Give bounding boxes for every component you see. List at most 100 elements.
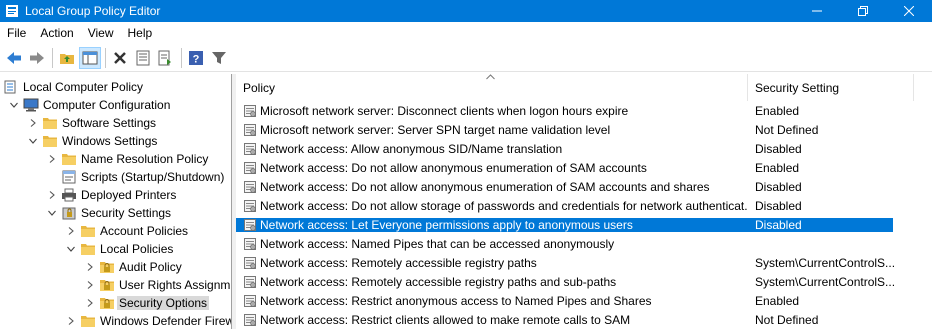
security-setting-value: Disabled	[748, 217, 893, 232]
policy-cell: Network access: Let Everyone permissions…	[236, 217, 748, 232]
policy-editor-icon	[6, 5, 18, 17]
policy-setting-icon	[243, 256, 257, 270]
delete-button[interactable]	[109, 47, 131, 69]
policy-cell: Microsoft network server: Disconnect cli…	[236, 104, 748, 118]
tree-item-deployed-printers[interactable]: Deployed Printers	[47, 186, 176, 204]
collapsed-chevron-icon[interactable]	[47, 186, 57, 204]
folder-icon	[61, 152, 77, 166]
menu-action[interactable]: Action	[33, 22, 80, 44]
policy-cell: Network access: Do not allow anonymous e…	[236, 161, 748, 175]
tree-item-user-rights-assignm[interactable]: User Rights Assignm	[85, 276, 230, 294]
back-button[interactable]	[3, 47, 25, 69]
properties-button[interactable]	[132, 47, 154, 69]
show-hide-tree-button[interactable]	[79, 46, 101, 69]
expanded-chevron-icon[interactable]	[66, 240, 76, 258]
tree-item-label: Deployed Printers	[81, 188, 177, 202]
collapsed-chevron-icon[interactable]	[28, 114, 38, 132]
tree-item-security-options[interactable]: Security Options	[85, 294, 210, 312]
security-setting-value: Enabled	[755, 160, 800, 175]
collapsed-chevron-icon[interactable]	[85, 276, 95, 294]
expanded-chevron-icon[interactable]	[28, 132, 38, 150]
policy-row[interactable]: Network access: Do not allow anonymous e…	[236, 158, 932, 177]
expanded-chevron-icon[interactable]	[47, 204, 57, 222]
collapsed-chevron-icon[interactable]	[66, 312, 76, 329]
security-setting-value: System\CurrentControlS...	[755, 274, 896, 289]
policy-row[interactable]: Microsoft network server: Server SPN tar…	[236, 120, 932, 139]
policy-list: Policy Security Setting Microsoft networ…	[236, 74, 932, 329]
help-icon: ?	[189, 50, 203, 65]
column-header-policy[interactable]: Policy	[236, 74, 748, 101]
tree-item-local-policies[interactable]: Local Policies	[66, 240, 173, 258]
policy-setting-icon	[243, 161, 257, 175]
expanded-chevron-icon[interactable]	[9, 96, 19, 114]
menu-file[interactable]: File	[0, 22, 33, 44]
tree-item-scripts-startup-shutdown[interactable]: Scripts (Startup/Shutdown)	[47, 168, 224, 186]
tree-item-windows-defender-firew[interactable]: Windows Defender Firew	[66, 312, 232, 329]
up-folder-button[interactable]	[56, 47, 78, 69]
column-header-policy-label: Policy	[243, 80, 276, 95]
policy-name: Network access: Do not allow storage of …	[260, 198, 748, 213]
close-icon	[904, 6, 914, 16]
policy-row[interactable]: Microsoft network server: Disconnect cli…	[236, 101, 932, 120]
tree-item-label: Local Computer Policy	[23, 80, 144, 94]
close-button[interactable]	[886, 0, 932, 22]
policy-row[interactable]: Network access: Named Pipes that can be …	[236, 234, 932, 253]
restore-button[interactable]	[840, 0, 886, 22]
policy-row[interactable]: Network access: Do not allow anonymous e…	[236, 177, 932, 196]
policy-row[interactable]: Network access: Remotely accessible regi…	[236, 272, 932, 291]
policy-cell: Network access: Restrict anonymous acces…	[236, 294, 748, 308]
back-icon	[7, 51, 21, 64]
policy-row[interactable]: Network access: Do not allow storage of …	[236, 196, 932, 215]
forward-icon	[30, 51, 44, 64]
tree-item-windows-settings[interactable]: Windows Settings	[28, 132, 157, 150]
script-icon	[61, 170, 77, 184]
policy-cell: Network access: Do not allow anonymous e…	[236, 180, 748, 194]
menu-view[interactable]: View	[81, 22, 121, 44]
tree-item-label: Software Settings	[62, 116, 157, 130]
policy-setting-icon	[243, 142, 257, 156]
export-list-icon	[158, 50, 171, 65]
tree-item-security-settings[interactable]: Security Settings	[47, 204, 171, 222]
forward-button[interactable]	[26, 47, 48, 69]
tree-item-local-computer-policy[interactable]: Local Computer Policy	[3, 78, 143, 96]
policy-cell: Network access: Restrict clients allowed…	[236, 313, 748, 327]
policy-name: Network access: Do not allow anonymous e…	[260, 160, 647, 175]
collapsed-chevron-icon[interactable]	[85, 258, 95, 276]
tree-item-name-resolution-policy[interactable]: Name Resolution Policy	[47, 150, 208, 168]
restore-icon	[858, 6, 868, 16]
folder-icon	[42, 134, 58, 148]
security-setting-value: Not Defined	[755, 122, 819, 137]
tree-item-account-policies[interactable]: Account Policies	[66, 222, 188, 240]
collapsed-chevron-icon[interactable]	[85, 294, 95, 312]
minimize-button[interactable]	[794, 0, 840, 22]
tree-item-software-settings[interactable]: Software Settings	[28, 114, 156, 132]
policy-row[interactable]: Network access: Restrict anonymous acces…	[236, 291, 932, 310]
locked-folder-icon	[99, 296, 115, 310]
tree-item-audit-policy[interactable]: Audit Policy	[85, 258, 182, 276]
column-header-security-setting[interactable]: Security Setting	[748, 74, 914, 101]
toolbar-separator	[52, 47, 53, 68]
policy-setting-icon	[243, 180, 257, 194]
tree-item-computer-configuration[interactable]: Computer Configuration	[9, 96, 170, 114]
policy-row[interactable]: Network access: Remotely accessible regi…	[236, 253, 932, 272]
collapsed-chevron-icon[interactable]	[47, 150, 57, 168]
up-folder-icon	[60, 53, 74, 64]
column-header-setting-label: Security Setting	[755, 80, 840, 95]
policy-setting-icon	[243, 123, 257, 137]
policy-name: Network access: Remotely accessible regi…	[260, 274, 617, 289]
collapsed-chevron-icon[interactable]	[66, 222, 76, 240]
policy-setting-icon	[243, 237, 257, 251]
policy-setting-icon	[243, 313, 257, 327]
filter-button[interactable]	[208, 47, 230, 69]
policy-row[interactable]: Network access: Let Everyone permissions…	[236, 215, 932, 234]
menu-help[interactable]: Help	[121, 22, 160, 44]
tree-item-label: Windows Defender Firew	[100, 314, 232, 328]
export-list-button[interactable]	[155, 47, 177, 69]
help-button[interactable]: ?	[185, 47, 207, 69]
list-header: Policy Security Setting	[236, 74, 932, 101]
tree-item-label: Name Resolution Policy	[81, 152, 209, 166]
policy-row[interactable]: Network access: Allow anonymous SID/Name…	[236, 139, 932, 158]
policy-row[interactable]: Network access: Restrict clients allowed…	[236, 310, 932, 329]
toolbar-separator	[105, 47, 106, 68]
policy-cell: Network access: Remotely accessible regi…	[236, 275, 748, 289]
